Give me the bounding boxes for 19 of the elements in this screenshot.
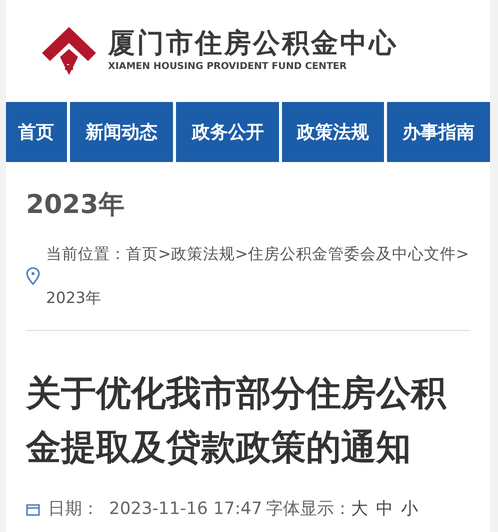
date-value: 2023-11-16 17:47 (109, 498, 262, 521)
breadcrumb: 当前位置：首页>政策法规>住房公积金管委会及中心文件>2023年 (46, 244, 470, 309)
nav-item[interactable]: 政策法规 (282, 102, 384, 162)
section-title: 2023年 (26, 189, 126, 222)
site-subtitle: XIAMEN HOUSING PROVIDENT FUND CENTER (108, 60, 348, 74)
nav-item[interactable]: 新闻动态 (70, 102, 174, 162)
font-size-link[interactable]: 大 (351, 497, 368, 522)
article-title: 关于优化我市部分住房公积金提取及贷款政策的通知 (26, 373, 448, 470)
font-size-label: 字体显示： (266, 498, 352, 521)
nav-item[interactable]: 政务公开 (176, 102, 280, 162)
site-title: 厦门市住房公积金中心 (108, 28, 398, 60)
date-label: 日期： (48, 498, 99, 521)
location-pin-icon (26, 267, 40, 285)
nav-item[interactable]: 首页 (6, 102, 67, 162)
font-size-link[interactable]: 小 (401, 497, 418, 522)
font-size-link[interactable]: 中 (376, 497, 394, 522)
logo-icon (40, 25, 98, 77)
calendar-icon (26, 503, 40, 516)
nav-item[interactable]: 办事指南 (386, 102, 490, 162)
